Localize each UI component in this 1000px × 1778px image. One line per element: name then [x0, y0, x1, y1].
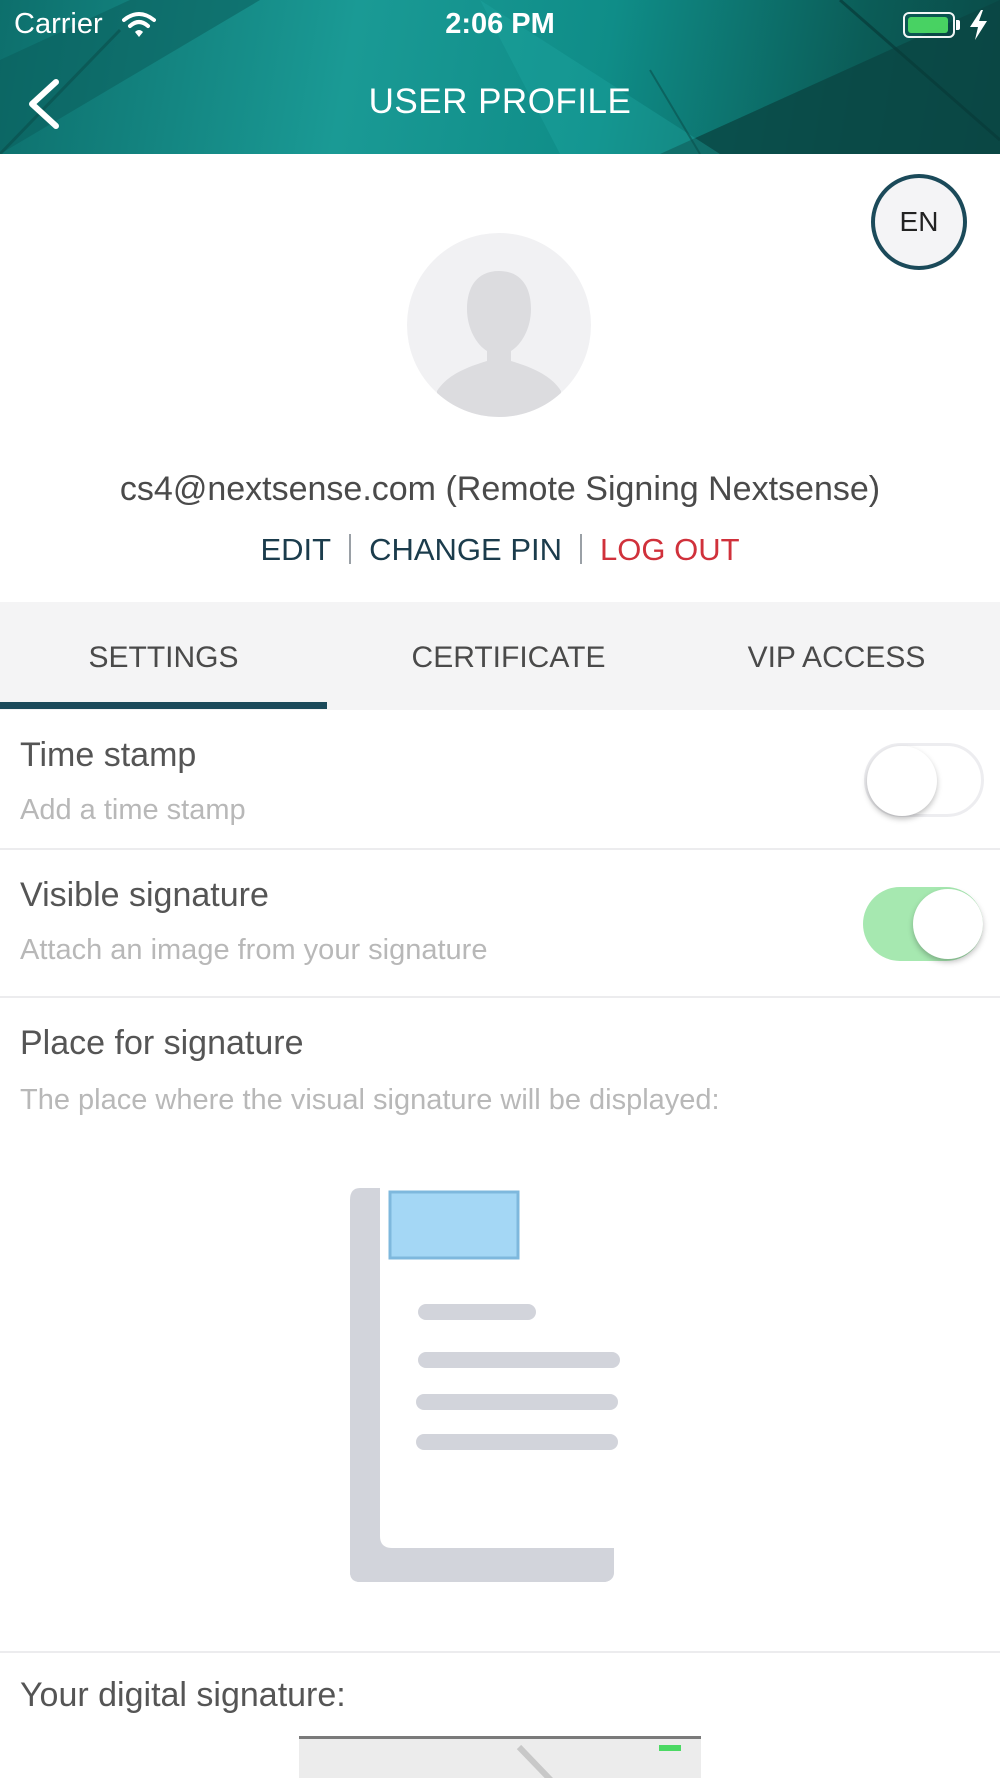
language-button[interactable]: EN: [871, 174, 967, 270]
change-pin-link[interactable]: CHANGE PIN: [369, 532, 562, 567]
tab-settings[interactable]: SETTINGS: [0, 602, 327, 710]
divider: [0, 848, 1000, 850]
battery-icon: [903, 12, 955, 38]
visible-signature-subtitle: Attach an image from your signature: [20, 934, 488, 966]
placement-subtitle: The place where the visual signature wil…: [20, 1084, 720, 1116]
divider: [580, 534, 583, 564]
signature-placement-picker[interactable]: [350, 1188, 620, 1588]
divider: [349, 534, 352, 564]
tab-bar: SETTINGS CERTIFICATE VIP ACCESS: [0, 602, 1000, 710]
profile-actions: EDIT CHANGE PIN LOG OUT: [0, 532, 1000, 568]
document-page-footer: [350, 1548, 614, 1582]
timestamp-title: Time stamp: [20, 736, 197, 774]
visible-signature-toggle[interactable]: [863, 887, 983, 961]
status-bar: Carrier 2:06 PM: [0, 0, 1000, 50]
logout-link[interactable]: LOG OUT: [600, 532, 740, 567]
clock: 2:06 PM: [445, 8, 555, 40]
user-silhouette-icon: [437, 271, 561, 417]
document-page-body: [350, 1198, 380, 1582]
digital-signature-title: Your digital signature:: [20, 1676, 346, 1714]
visible-signature-title: Visible signature: [20, 876, 269, 914]
signature-preview-image[interactable]: [299, 1736, 701, 1778]
document-text-line: [418, 1304, 536, 1320]
tab-certificate[interactable]: CERTIFICATE: [345, 602, 672, 710]
divider: [0, 996, 1000, 998]
document-text-line: [418, 1352, 620, 1368]
document-text-line: [416, 1394, 618, 1410]
signature-preview-thumbnail: [299, 1739, 701, 1778]
app-header: Carrier 2:06 PM USER PROFILE: [0, 0, 1000, 154]
signature-box: [388, 1190, 520, 1260]
toggle-knob: [913, 889, 983, 959]
document-text-line: [416, 1434, 618, 1450]
battery-tip: [956, 20, 960, 30]
avatar[interactable]: [407, 233, 591, 417]
edit-link[interactable]: EDIT: [260, 532, 331, 567]
user-identity: cs4@nextsense.com (Remote Signing Nextse…: [119, 470, 881, 508]
page-title: USER PROFILE: [368, 82, 632, 121]
active-tab-indicator: [0, 702, 327, 709]
timestamp-toggle[interactable]: [864, 743, 984, 817]
charging-bolt-icon: [970, 10, 987, 40]
toggle-knob: [867, 746, 937, 816]
tab-vip-access[interactable]: VIP ACCESS: [673, 602, 1000, 710]
placement-title: Place for signature: [20, 1024, 304, 1062]
divider: [0, 1651, 1000, 1653]
timestamp-subtitle: Add a time stamp: [20, 794, 246, 826]
